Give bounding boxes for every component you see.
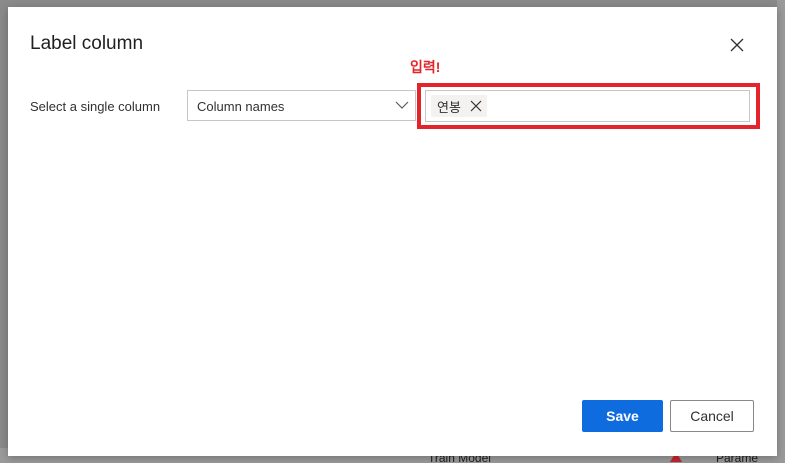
background-panel <box>777 0 785 448</box>
column-type-dropdown[interactable]: Column names <box>187 90 416 121</box>
save-button[interactable]: Save <box>582 400 663 432</box>
close-button[interactable] <box>726 34 748 56</box>
column-tag: 연봉 <box>431 95 487 117</box>
chevron-down-icon <box>395 101 409 109</box>
column-tag-label: 연봉 <box>437 99 461 115</box>
tag-remove-button[interactable] <box>469 99 483 113</box>
cancel-button[interactable]: Cancel <box>670 400 754 432</box>
column-select-label: Select a single column <box>30 99 161 114</box>
label-column-dialog: Label column 입력! Select a single column … <box>8 7 777 456</box>
close-icon <box>470 100 482 112</box>
column-name-tag-input[interactable]: 연봉 <box>425 90 750 122</box>
close-icon <box>730 38 744 52</box>
dropdown-selected-value: Column names <box>197 99 285 114</box>
dialog-title: Label column <box>30 33 144 54</box>
annotation-label: 입력! <box>410 59 441 75</box>
